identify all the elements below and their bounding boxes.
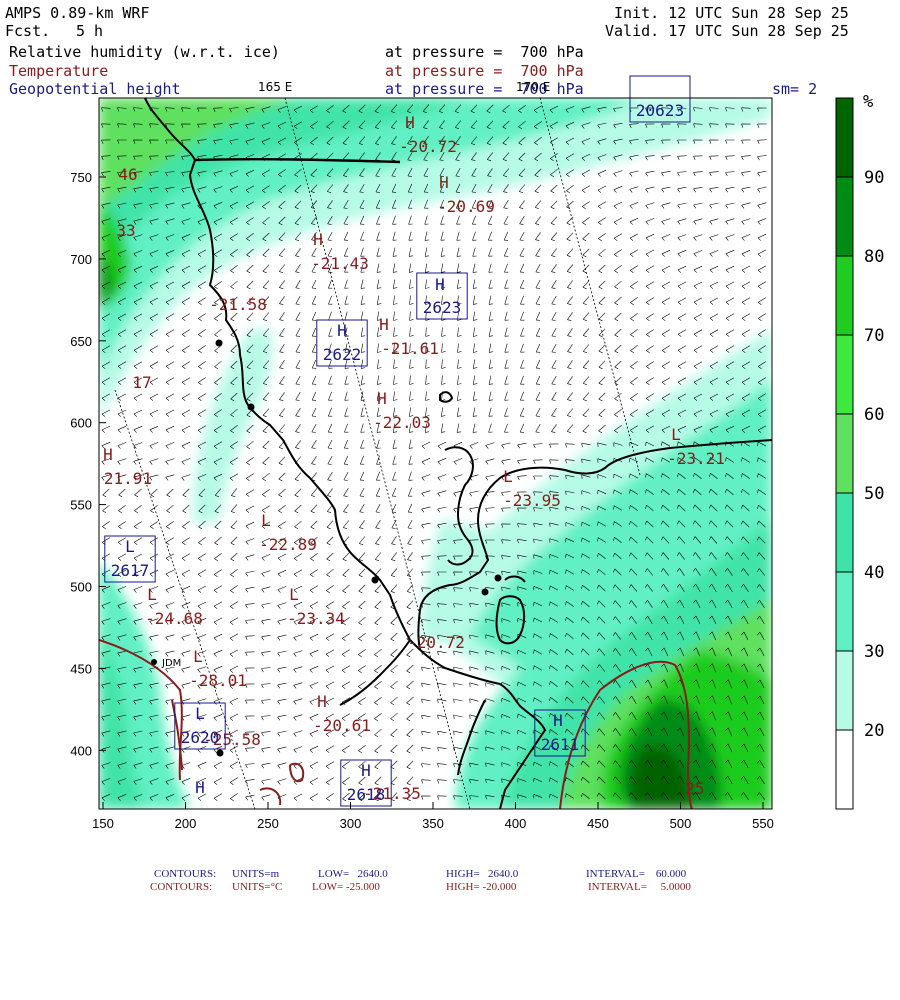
temperature-label: H <box>313 230 323 249</box>
x-tick-label: 300 <box>340 816 362 831</box>
temperature-label: 33 <box>116 221 135 240</box>
height-label: H <box>195 778 205 797</box>
colorbar-tick-label: 90 <box>864 168 884 188</box>
y-tick-label: 650 <box>70 334 92 349</box>
height-label: 2622 <box>323 345 362 364</box>
x-tick-label: 450 <box>587 816 609 831</box>
temperature-label: 46 <box>118 165 137 184</box>
x-tick-label: 200 <box>175 816 197 831</box>
temperature-label: L <box>261 511 271 530</box>
colorbar-segment <box>836 651 853 731</box>
temp-contour-label: CONTOURS: <box>150 881 213 893</box>
temperature-label: -22.89 <box>259 535 317 554</box>
height-contour-high: HIGH= 2640.0 <box>446 868 519 880</box>
height-label: L <box>125 537 135 556</box>
height-label: H <box>435 275 445 294</box>
temperature-label: -21.61 <box>381 339 439 358</box>
temperature-label: -23.34 <box>287 609 345 628</box>
height-label: 2618 <box>347 785 386 804</box>
y-tick-label: 450 <box>70 661 92 676</box>
y-tick-label: 500 <box>70 580 92 595</box>
temperature-label: 17 <box>132 373 151 392</box>
temp-contour-interval: INTERVAL= 5.0000 <box>588 881 691 893</box>
temperature-label: H <box>439 173 449 192</box>
map-plot: JDM H -20.72 H -20.69 H -21.43 -21.58 H -21.61 H -… <box>70 75 884 831</box>
temperature-label: -20.72 <box>407 633 465 652</box>
colorbar-segment <box>836 335 853 415</box>
colorbar-tick-label: 60 <box>864 405 884 425</box>
station-label-jdm: JDM <box>161 658 181 669</box>
x-tick-label: 500 <box>670 816 692 831</box>
humidity-colorbar: 90 80 70 60 50 40 30 20 <box>835 97 884 810</box>
height-label: 2623 <box>423 298 462 317</box>
x-tick-label: 400 <box>505 816 527 831</box>
temperature-label: -28.01 <box>189 671 247 690</box>
temp-contour-high: HIGH= -20.000 <box>446 881 517 893</box>
height-label: 2617 <box>111 561 150 580</box>
temperature-label: H <box>379 315 389 334</box>
colorbar-segment <box>836 177 853 257</box>
footer-contour-info: CONTOURS: UNITS=m LOW= 2640.0 HIGH= 2640… <box>0 868 900 898</box>
temperature-label: L <box>147 585 157 604</box>
x-tick-label: 150 <box>92 816 114 831</box>
temperature-label: H <box>377 389 387 408</box>
height-label: H <box>337 321 347 340</box>
temperature-label: -23.95 <box>503 491 561 510</box>
temperature-label: -20.72 <box>399 137 457 156</box>
temperature-label: H <box>103 445 113 464</box>
temperature-label: -20.61 <box>313 716 371 735</box>
y-tick-label: 400 <box>70 743 92 758</box>
y-tick-label: 750 <box>70 170 92 185</box>
height-label: H <box>361 761 371 780</box>
colorbar-segment <box>836 98 853 178</box>
x-tick-label: 550 <box>752 816 774 831</box>
colorbar-tick-label: 70 <box>864 326 884 346</box>
colorbar-tick-label: 40 <box>864 563 884 583</box>
temperature-label: -22.03 <box>373 413 431 432</box>
temperature-label: -25 <box>676 779 705 798</box>
temp-contour-low: LOW= -25.000 <box>312 881 380 893</box>
temp-contour-units: UNITS=°C <box>232 881 283 893</box>
temperature-label: H <box>405 113 415 132</box>
x-tick-label: 250 <box>257 816 279 831</box>
temperature-label: L <box>671 425 681 444</box>
colorbar-segment <box>836 730 853 810</box>
height-label: 2611 <box>541 735 580 754</box>
colorbar-tick-label: 80 <box>864 247 884 267</box>
height-contour-low: LOW= 2640.0 <box>318 868 388 880</box>
temperature-label: H <box>317 692 327 711</box>
y-tick-label: 700 <box>70 252 92 267</box>
temperature-label: L <box>289 585 299 604</box>
height-label: H <box>553 711 563 730</box>
colorbar-unit-label: % <box>863 92 873 112</box>
colorbar-tick-label: 20 <box>864 721 884 741</box>
colorbar-segment <box>836 256 853 336</box>
colorbar-tick-label: 50 <box>864 484 884 504</box>
y-tick-label: 550 <box>70 498 92 513</box>
height-contour-interval: INTERVAL= 60.000 <box>586 868 687 880</box>
x-tick-label: 350 <box>422 816 444 831</box>
height-contour-label: CONTOURS: <box>154 868 217 880</box>
temperature-label: -23.21 <box>667 449 725 468</box>
temperature-label: L <box>503 467 513 486</box>
colorbar-segment <box>836 493 853 573</box>
height-label: L <box>195 704 205 723</box>
temperature-label: -20.69 <box>437 197 495 216</box>
height-contour-units: UNITS=m <box>232 868 280 880</box>
temperature-label: -21.58 <box>209 295 267 314</box>
temperature-label: 21.91 <box>104 469 152 488</box>
height-label: 2620 <box>181 728 220 747</box>
colorbar-segment <box>836 414 853 494</box>
height-label: 20623 <box>636 101 684 120</box>
temperature-label: L <box>193 647 203 666</box>
y-tick-label: 600 <box>70 416 92 431</box>
temperature-label: -24.68 <box>145 609 203 628</box>
temperature-label: -21.43 <box>311 254 369 273</box>
colorbar-tick-label: 30 <box>864 642 884 662</box>
colorbar-segment <box>836 572 853 652</box>
